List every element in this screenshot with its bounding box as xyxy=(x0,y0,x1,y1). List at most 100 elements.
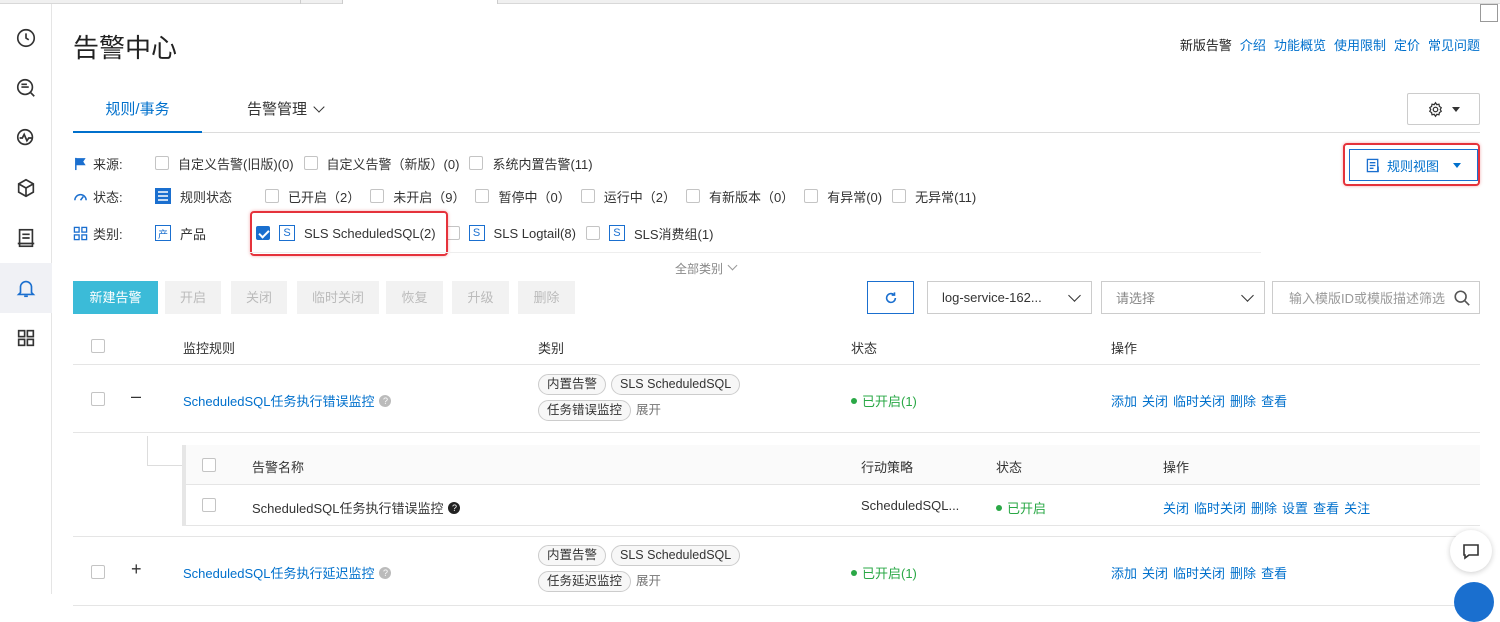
category-option-logtail[interactable]: S SLS Logtail(8) xyxy=(445,225,576,241)
new-alert-link[interactable]: 新版告警 xyxy=(1180,35,1232,54)
limits-link[interactable]: 使用限制 xyxy=(1334,35,1386,54)
checkbox[interactable] xyxy=(370,189,385,203)
delete-button[interactable]: 删除 xyxy=(518,281,575,314)
all-categories-toggle[interactable]: 全部类别 xyxy=(675,260,738,277)
tab-management[interactable]: 告警管理 xyxy=(235,92,335,133)
enable-button[interactable]: 开启 xyxy=(165,281,221,314)
source-option-custom-new[interactable]: 自定义告警（新版）(0) xyxy=(303,154,459,173)
sub-table-header: 告警名称 行动策略 状态 操作 xyxy=(186,445,1480,485)
checkbox[interactable] xyxy=(804,189,819,203)
source-option-builtin[interactable]: 系统内置告警(11) xyxy=(469,154,593,173)
expand-link[interactable]: 展开 xyxy=(636,403,661,417)
assistant-float-button[interactable] xyxy=(1454,582,1494,622)
expand-link[interactable]: 展开 xyxy=(636,574,661,588)
checkbox[interactable] xyxy=(585,226,600,240)
source-option-custom-old[interactable]: 自定义告警(旧版)(0) xyxy=(155,154,294,173)
refresh-button[interactable] xyxy=(867,281,914,314)
status-option-abnormal[interactable]: 有异常(0) xyxy=(804,187,882,206)
status-option-new-version[interactable]: 有新版本（0） xyxy=(685,187,794,206)
rule-name: ScheduledSQL任务执行错误监控 xyxy=(183,394,375,409)
status-option-disabled[interactable]: 未开启（9） xyxy=(370,187,465,206)
category-select[interactable]: 请选择 xyxy=(1101,281,1265,314)
filter-status-label: 状态: xyxy=(73,187,155,206)
action-delete[interactable]: 删除 xyxy=(1251,498,1277,517)
upgrade-button[interactable]: 升级 xyxy=(452,281,509,314)
tag: 任务延迟监控 xyxy=(538,571,632,592)
help-icon[interactable]: ? xyxy=(379,566,392,579)
project-select[interactable]: log-service-162... xyxy=(927,281,1092,314)
action-view[interactable]: 查看 xyxy=(1261,563,1287,582)
filter-category-text: 类别: xyxy=(93,226,123,242)
action-disable[interactable]: 关闭 xyxy=(1142,391,1168,410)
checkbox[interactable] xyxy=(475,189,490,203)
action-view[interactable]: 查看 xyxy=(1261,391,1287,410)
table-header: 监控规则 类别 状态 操作 xyxy=(73,326,1480,365)
status-option-enabled[interactable]: 已开启（2） xyxy=(265,187,360,206)
overview-link[interactable]: 功能概览 xyxy=(1274,35,1326,54)
checkbox[interactable] xyxy=(892,189,907,203)
header-category: 类别 xyxy=(538,341,565,356)
checkbox[interactable] xyxy=(303,156,318,170)
action-follow[interactable]: 关注 xyxy=(1344,498,1370,517)
list-icon xyxy=(155,188,171,204)
action-disable[interactable]: 关闭 xyxy=(1163,498,1189,517)
temp-disable-button[interactable]: 临时关闭 xyxy=(297,281,379,314)
checkbox[interactable] xyxy=(580,189,595,203)
action-temp-disable[interactable]: 临时关闭 xyxy=(1173,563,1225,582)
row-actions: 添加 关闭 临时关闭 删除 查看 xyxy=(1111,391,1287,410)
action-temp-disable[interactable]: 临时关闭 xyxy=(1194,498,1246,517)
checkbox[interactable] xyxy=(265,189,280,203)
help-icon[interactable]: ? xyxy=(379,394,392,407)
category-option-consumer-group[interactable]: S SLS消费组(1) xyxy=(585,224,713,243)
action-disable[interactable]: 关闭 xyxy=(1142,563,1168,582)
action-delete[interactable]: 删除 xyxy=(1230,391,1256,410)
action-add[interactable]: 添加 xyxy=(1111,391,1137,410)
category-select-placeholder: 请选择 xyxy=(1116,291,1156,306)
chevron-down-icon xyxy=(313,101,325,113)
help-icon[interactable]: ? xyxy=(448,501,461,514)
restore-button[interactable]: 恢复 xyxy=(386,281,443,314)
checkbox[interactable] xyxy=(685,189,700,203)
collapse-icon[interactable]: – xyxy=(131,386,141,407)
clock-icon[interactable] xyxy=(10,22,42,54)
checkbox[interactable] xyxy=(155,156,169,170)
search-input[interactable]: 输入模版ID或模版描述筛选 xyxy=(1272,281,1480,314)
row-checkbox[interactable] xyxy=(91,565,105,579)
search-icon[interactable] xyxy=(1453,289,1471,307)
monitor-icon[interactable] xyxy=(10,122,42,154)
chat-float-button[interactable] xyxy=(1450,530,1492,572)
tree-connector xyxy=(147,436,182,466)
sub-row-checkbox[interactable] xyxy=(202,498,216,512)
disable-button[interactable]: 关闭 xyxy=(231,281,287,314)
tab-management-label: 告警管理 xyxy=(246,101,307,118)
intro-link[interactable]: 介绍 xyxy=(1240,35,1266,54)
action-delete[interactable]: 删除 xyxy=(1230,563,1256,582)
status-option-running[interactable]: 运行中（2） xyxy=(580,187,676,206)
action-view[interactable]: 查看 xyxy=(1313,498,1339,517)
expand-icon[interactable]: + xyxy=(131,559,142,580)
rule-name-link[interactable]: ScheduledSQL任务执行错误监控? xyxy=(183,391,392,410)
rule-name-link[interactable]: ScheduledSQL任务执行延迟监控? xyxy=(183,563,392,582)
sub-select-all-checkbox[interactable] xyxy=(202,458,216,472)
checkbox[interactable] xyxy=(469,156,484,170)
filter-source-label: 来源: xyxy=(73,154,155,173)
row-checkbox[interactable] xyxy=(91,392,105,406)
sls-badge-icon: S xyxy=(608,225,625,241)
action-add[interactable]: 添加 xyxy=(1111,563,1137,582)
grid-icon[interactable] xyxy=(10,322,42,354)
select-all-checkbox[interactable] xyxy=(91,339,105,353)
faq-link[interactable]: 常见问题 xyxy=(1428,35,1480,54)
tab-rules[interactable]: 规则/事务 xyxy=(73,92,202,133)
sub-row-actions: 关闭 临时关闭 删除 设置 查看 关注 xyxy=(1163,498,1370,517)
settings-button[interactable] xyxy=(1407,93,1480,125)
action-settings[interactable]: 设置 xyxy=(1282,498,1308,517)
bell-icon[interactable] xyxy=(0,263,52,313)
document-icon[interactable] xyxy=(10,222,42,254)
status-option-paused[interactable]: 暂停中（0） xyxy=(475,187,571,206)
cube-icon[interactable] xyxy=(10,172,42,204)
pricing-link[interactable]: 定价 xyxy=(1394,35,1420,54)
action-temp-disable[interactable]: 临时关闭 xyxy=(1173,391,1225,410)
status-option-normal[interactable]: 无异常(11) xyxy=(892,187,976,206)
search-chat-icon[interactable] xyxy=(10,72,42,104)
new-alert-button[interactable]: 新建告警 xyxy=(73,281,158,314)
